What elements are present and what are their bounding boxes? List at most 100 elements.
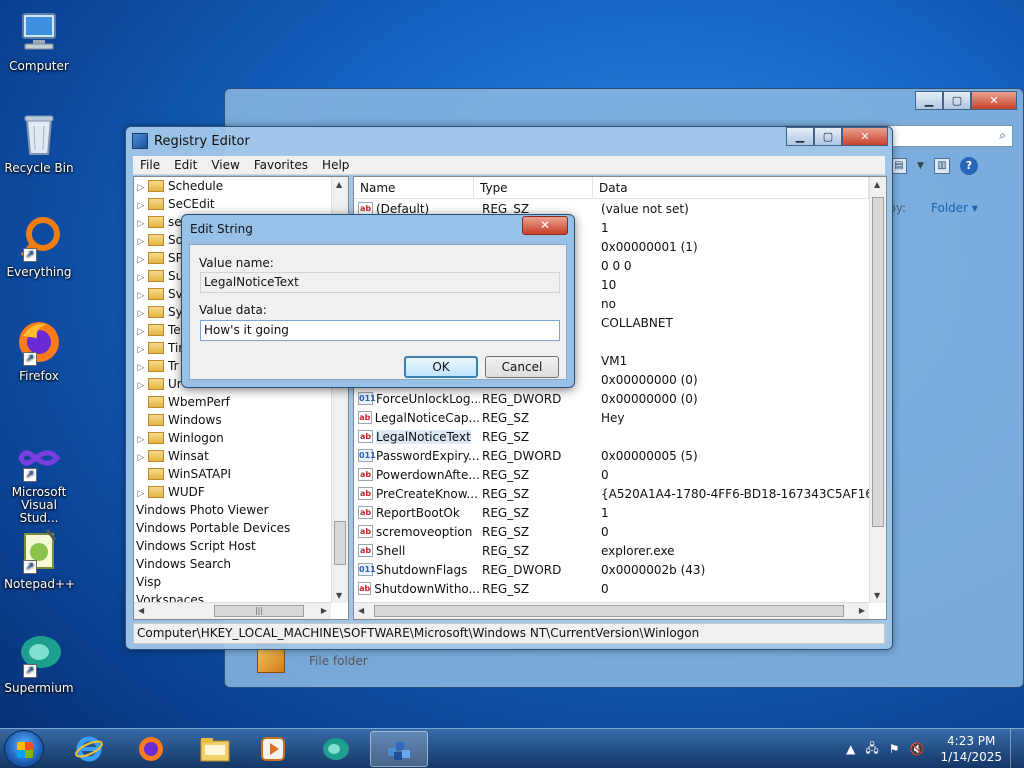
start-button[interactable] bbox=[4, 730, 44, 768]
scroll-left-icon[interactable]: ◀ bbox=[358, 606, 364, 615]
taskbar-registry-editor[interactable] bbox=[370, 731, 428, 767]
table-row[interactable]: ab scremoveoption REG_SZ 0 bbox=[354, 522, 886, 541]
help-icon[interactable]: ? bbox=[959, 157, 978, 175]
value-name: scremoveoption bbox=[376, 524, 473, 539]
tree-item[interactable]: Windows bbox=[134, 411, 348, 429]
tree-item[interactable]: WbemPerf bbox=[134, 393, 348, 411]
desktop-icon-computer[interactable]: Computer bbox=[4, 8, 74, 73]
tree-item[interactable]: ▷ Winlogon bbox=[134, 429, 348, 447]
table-row[interactable]: ab PreCreateKnow... REG_SZ {A520A1A4-1780-4… bbox=[354, 484, 886, 503]
show-desktop-button[interactable] bbox=[1010, 729, 1024, 768]
tree-item-label: Vindows Search bbox=[136, 557, 231, 571]
tree-item-label: Vindows Script Host bbox=[136, 539, 256, 553]
cancel-button[interactable]: Cancel bbox=[485, 356, 559, 378]
action-center-flag-icon[interactable]: ⚑ bbox=[889, 742, 900, 756]
view-options-icon[interactable]: ▤ bbox=[891, 158, 907, 174]
list-header: Name Type Data bbox=[354, 177, 886, 199]
minimize-button[interactable]: ▁ bbox=[786, 127, 814, 146]
close-button[interactable]: ✕ bbox=[842, 127, 888, 146]
scroll-up-icon[interactable]: ▲ bbox=[874, 180, 880, 189]
scroll-right-icon[interactable]: ▶ bbox=[859, 606, 865, 615]
value-data-cell: 0x00000000 (0) bbox=[601, 391, 698, 406]
tree-item[interactable]: WinSATAPI bbox=[134, 465, 348, 483]
scroll-down-icon[interactable]: ▼ bbox=[874, 591, 880, 600]
ok-button[interactable]: OK bbox=[404, 356, 478, 378]
desktop-icon-firefox[interactable]: ↗ Firefox bbox=[4, 318, 74, 383]
network-icon[interactable]: 🖧 bbox=[865, 739, 878, 760]
scrollbar-thumb[interactable] bbox=[374, 605, 844, 617]
value-type-cell: REG_SZ bbox=[482, 524, 530, 539]
menu-help[interactable]: Help bbox=[315, 158, 356, 172]
chevron-down-icon[interactable]: ▼ bbox=[917, 161, 924, 171]
taskbar-file-explorer[interactable] bbox=[188, 731, 242, 767]
table-row[interactable]: ab ShutdownWitho... REG_SZ 0 bbox=[354, 579, 886, 598]
scroll-up-icon[interactable]: ▲ bbox=[336, 180, 342, 189]
tree-item[interactable]: ▷ Schedule bbox=[134, 177, 348, 195]
tree-item[interactable]: Visp bbox=[134, 573, 348, 591]
taskbar-internet-explorer[interactable] bbox=[62, 731, 116, 767]
registry-editor-titlebar[interactable]: Registry Editor bbox=[132, 129, 886, 153]
tree-item[interactable]: Vindows Script Host bbox=[134, 537, 348, 555]
column-header-type[interactable]: Type bbox=[474, 177, 593, 198]
scrollbar-thumb[interactable] bbox=[334, 521, 346, 565]
maximize-button[interactable]: ▢ bbox=[814, 127, 842, 146]
desktop-icon-notepad-plus-plus[interactable]: ↗ Notepad++ bbox=[4, 526, 75, 591]
string-value-icon: ab bbox=[358, 487, 373, 500]
close-button[interactable]: ✕ bbox=[971, 91, 1017, 110]
taskbar-media-player[interactable] bbox=[246, 731, 300, 767]
folder-icon bbox=[148, 233, 164, 246]
table-row[interactable]: 011 ForceUnlockLog... REG_DWORD 0x00000000 … bbox=[354, 389, 886, 408]
arrange-by-dropdown[interactable]: Folder ▾ bbox=[931, 201, 978, 215]
clock[interactable]: 4:23 PM 1/14/2025 bbox=[940, 733, 1002, 765]
tree-item-label: WbemPerf bbox=[168, 395, 230, 409]
value-name: PasswordExpiry... bbox=[376, 448, 480, 463]
value-name: ForceUnlockLog... bbox=[376, 391, 480, 406]
dialog-close-button[interactable]: ✕ bbox=[522, 216, 568, 235]
tree-item[interactable]: Vindows Portable Devices bbox=[134, 519, 348, 537]
column-header-name[interactable]: Name bbox=[354, 177, 474, 198]
scroll-left-icon[interactable]: ◀ bbox=[138, 606, 144, 615]
menu-file[interactable]: File bbox=[133, 158, 167, 172]
scrollbar-thumb[interactable] bbox=[872, 197, 884, 527]
list-horizontal-scrollbar[interactable]: ◀ ▶ bbox=[354, 602, 869, 619]
taskbar-firefox[interactable] bbox=[124, 731, 178, 767]
menu-favorites[interactable]: Favorites bbox=[247, 158, 315, 172]
table-row[interactable]: 011 ShutdownFlags REG_DWORD 0x0000002b (43) bbox=[354, 560, 886, 579]
volume-muted-icon[interactable]: 🔇 bbox=[910, 742, 925, 756]
show-hidden-icons-icon[interactable]: ▲ bbox=[846, 742, 855, 756]
tree-horizontal-scrollbar[interactable]: ◀ ||| ▶ bbox=[134, 602, 331, 619]
value-data-input[interactable]: How's it going bbox=[200, 320, 560, 341]
taskbar-supermium[interactable] bbox=[308, 731, 362, 767]
dialog-title: Edit String bbox=[190, 222, 253, 236]
table-row[interactable]: ab LegalNoticeText REG_SZ bbox=[354, 427, 886, 446]
desktop-icon-supermium[interactable]: ↗ Supermium bbox=[4, 630, 74, 695]
tree-item[interactable]: ▷ WUDF bbox=[134, 483, 348, 501]
menu-edit[interactable]: Edit bbox=[167, 158, 204, 172]
maximize-button[interactable]: ▢ bbox=[943, 91, 971, 110]
desktop-icon-visual-studio[interactable]: ↗ Microsoft Visual Stud... bbox=[4, 434, 74, 525]
value-data-cell: explorer.exe bbox=[601, 543, 675, 558]
table-row[interactable]: ab PowerdownAfte... REG_SZ 0 bbox=[354, 465, 886, 484]
table-row[interactable]: 011 PasswordExpiry... REG_DWORD 0x00000005 … bbox=[354, 446, 886, 465]
minimize-button[interactable]: ▁ bbox=[915, 91, 943, 110]
table-row[interactable]: ab LegalNoticeCap... REG_SZ Hey bbox=[354, 408, 886, 427]
supermium-icon: ↗ bbox=[15, 630, 63, 678]
scrollbar-thumb[interactable]: ||| bbox=[214, 605, 304, 617]
column-header-data[interactable]: Data bbox=[593, 177, 869, 198]
desktop-icon-everything[interactable]: ↗ Everything bbox=[4, 214, 74, 279]
tree-item-label: Windows bbox=[168, 413, 222, 427]
tree-item[interactable]: Vindows Photo Viewer bbox=[134, 501, 348, 519]
list-vertical-scrollbar[interactable]: ▲ ▼ bbox=[869, 177, 886, 603]
scroll-down-icon[interactable]: ▼ bbox=[336, 591, 342, 600]
table-row[interactable]: ab ReportBootOk REG_SZ 1 bbox=[354, 503, 886, 522]
table-row[interactable]: ab Shell REG_SZ explorer.exe bbox=[354, 541, 886, 560]
desktop-icon-recycle-bin[interactable]: Recycle Bin bbox=[4, 110, 74, 175]
dword-value-icon: 011 bbox=[358, 563, 376, 576]
preview-pane-icon[interactable]: ▥ bbox=[933, 158, 950, 174]
menu-view[interactable]: View bbox=[204, 158, 246, 172]
scroll-right-icon[interactable]: ▶ bbox=[321, 606, 327, 615]
tree-item[interactable]: ▷ SeCEdit bbox=[134, 195, 348, 213]
tree-item[interactable]: ▷ Winsat bbox=[134, 447, 348, 465]
tree-item[interactable]: Vindows Search bbox=[134, 555, 348, 573]
value-name: LegalNoticeCap... bbox=[374, 410, 480, 425]
